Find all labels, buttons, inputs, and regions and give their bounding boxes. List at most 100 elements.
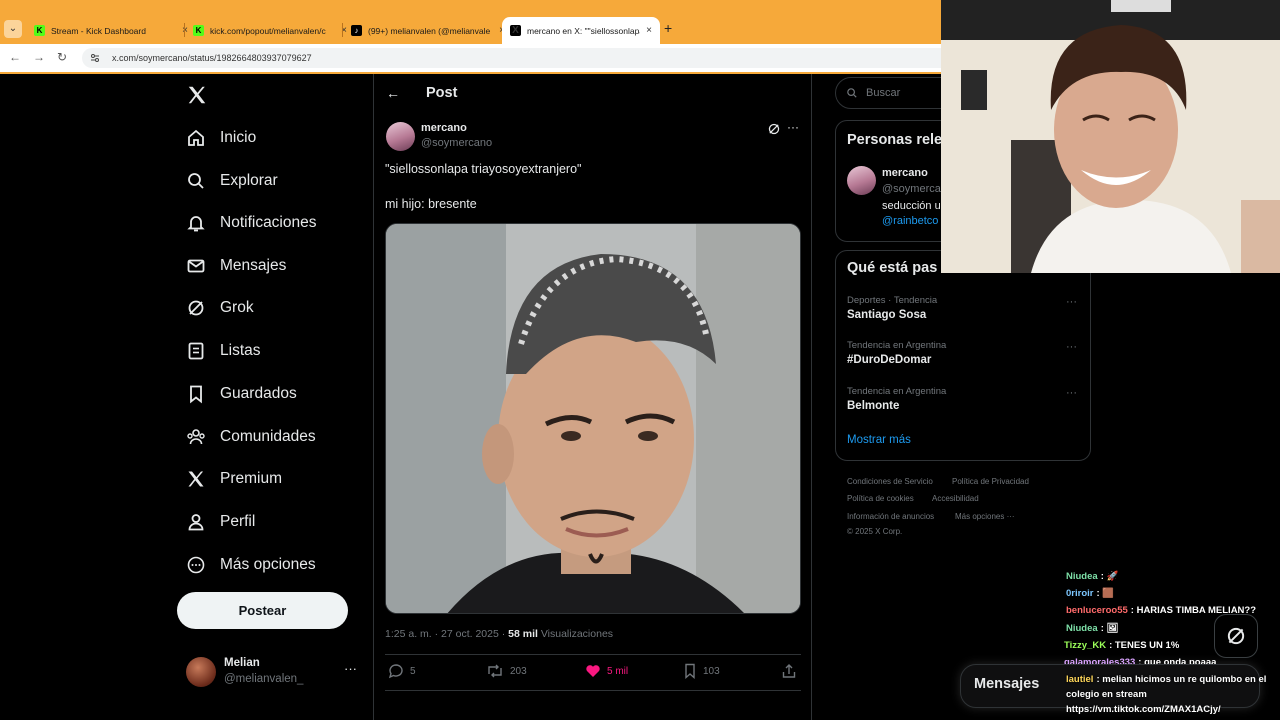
trends-title: Qué está pas (847, 260, 938, 276)
tab-close-button[interactable]: × (646, 25, 652, 36)
footer-link[interactable]: Política de cookies (847, 494, 914, 503)
trend-more-icon[interactable]: ··· (1066, 387, 1077, 399)
bookmark-button[interactable]: 103 (683, 663, 720, 679)
url-text: x.com/soymercano/status/1982664803937079… (112, 53, 312, 63)
grok-icon (188, 300, 204, 316)
nav-label: Explorar (220, 172, 278, 189)
chat-username: lautiel (1066, 674, 1094, 685)
related-handle[interactable]: @soymerca (882, 183, 941, 195)
reload-button[interactable]: ↻ (57, 50, 67, 64)
nav-label: Mensajes (220, 257, 287, 274)
tab-x-post[interactable]: X mercano en X: ""siellossonlapa × (502, 17, 660, 44)
author-name[interactable]: mercano (421, 122, 467, 134)
nav-premium[interactable]: Premium (186, 464, 282, 494)
nav-label: Perfil (220, 513, 256, 530)
trend-more-icon[interactable]: ··· (1066, 296, 1077, 308)
repost-icon (488, 664, 502, 678)
nav-profile[interactable]: Perfil (186, 507, 255, 537)
nav-lists[interactable]: Listas (186, 336, 261, 366)
views-count: 58 mil (508, 628, 538, 640)
share-button[interactable] (781, 663, 797, 679)
grok-icon[interactable] (767, 122, 781, 136)
nav-explore[interactable]: Explorar (186, 166, 278, 196)
trend-more-icon[interactable]: ··· (1066, 341, 1077, 353)
more-circle-icon (187, 556, 205, 574)
webcam-feed (941, 0, 1280, 273)
chat-message: 0riroir: 🟫 (1066, 588, 1114, 599)
footer-link[interactable]: Condiciones de Servicio (847, 477, 933, 486)
post-image[interactable] (385, 223, 801, 614)
related-link[interactable]: @rainbetco (882, 215, 938, 227)
tab-kick-dashboard[interactable]: K Stream - Kick Dashboard × (26, 17, 196, 44)
url-field[interactable]: x.com/soymercano/status/1982664803937079… (82, 48, 982, 68)
webcam-overlay (941, 0, 1280, 273)
account-handle: @melianvalen_ (224, 673, 304, 685)
like-count: 5 mil (607, 665, 629, 677)
post-button[interactable]: Postear (177, 592, 348, 629)
site-settings-icon[interactable] (90, 53, 100, 63)
new-tab-button[interactable]: + (664, 20, 672, 36)
reply-button[interactable]: 5 (388, 663, 416, 679)
mail-icon (187, 259, 205, 273)
search-icon (847, 88, 857, 98)
trend-category: Tendencia en Argentina (847, 386, 947, 397)
author-avatar[interactable] (386, 122, 415, 151)
grok-floating-button[interactable] (1214, 614, 1258, 658)
author-handle[interactable]: @soymercano (421, 137, 492, 149)
footer-link[interactable]: Más opciones ··· (955, 512, 1015, 521)
post-time: 1:25 a. m. · 27 oct. 2025 · (385, 628, 509, 640)
repost-button[interactable]: 203 (486, 663, 527, 679)
views-label: Visualizaciones (537, 628, 614, 640)
tab-kick-popout[interactable]: K kick.com/popout/melianvalen/c × (185, 17, 355, 44)
nav-label: Listas (220, 342, 261, 359)
chat-username: 0riroir (1066, 588, 1094, 599)
chat-message: Niudea: 🖼 (1066, 623, 1119, 634)
tab-title: mercano en X: ""siellossonlapa (527, 25, 641, 36)
chat-message: lautiel: melian hicimos un re quilombo e… (1066, 674, 1266, 685)
chat-text: https://vm.tiktok.com/ZMAX1ACjy/ (1066, 704, 1221, 715)
nav-messages[interactable]: Mensajes (186, 251, 286, 281)
trend-item[interactable]: #DuroDeDomar (847, 354, 931, 366)
bookmark-icon (190, 385, 202, 404)
tab-search-button[interactable]: ⌄ (4, 20, 22, 38)
trend-category: Deportes · Tendencia (847, 295, 938, 306)
x-logo-icon[interactable] (186, 84, 208, 106)
nav-home[interactable]: Inicio (186, 123, 256, 153)
back-arrow-icon[interactable]: ← (386, 85, 400, 101)
nav-communities[interactable]: Comunidades (186, 422, 316, 452)
chat-message: https://vm.tiktok.com/ZMAX1ACjy/ (1066, 704, 1221, 715)
bell-icon (187, 216, 205, 232)
account-more-icon[interactable]: ··· (344, 661, 357, 676)
chat-username: Tizzy_KK (1064, 640, 1107, 651)
chat-username: Niudea (1066, 623, 1098, 634)
trend-item[interactable]: Santiago Sosa (847, 309, 926, 321)
footer-link[interactable]: Información de anuncios (847, 512, 934, 521)
person-icon (188, 514, 204, 531)
reply-icon (388, 664, 403, 679)
nav-more-options[interactable]: Más opciones (186, 550, 316, 580)
footer-link[interactable]: Política de Privacidad (952, 477, 1029, 486)
chat-message: Tizzy_KK: TENES UN 1% (1064, 640, 1179, 651)
tab-title: kick.com/popout/melianvalen/c (210, 25, 326, 36)
nav-notifications[interactable]: Notificaciones (186, 208, 317, 238)
divider (385, 654, 801, 655)
trend-item[interactable]: Belmonte (847, 400, 899, 412)
reply-count: 5 (410, 665, 416, 677)
people-icon (187, 429, 205, 445)
back-button[interactable]: ← (9, 50, 21, 64)
list-icon (188, 342, 204, 360)
share-icon (782, 664, 796, 678)
nav-label: Más opciones (220, 556, 316, 573)
nav-grok[interactable]: Grok (186, 293, 254, 323)
like-button[interactable]: 5 mil (585, 663, 628, 679)
forward-button[interactable]: → (33, 50, 45, 64)
footer-link[interactable]: Accesibilidad (932, 494, 979, 503)
account-switcher[interactable]: Melian @melianvalen_ ··· (186, 655, 358, 689)
tab-tiktok[interactable]: ♪ (99+) melianvalen (@melianvale × (343, 17, 513, 44)
related-name[interactable]: mercano (882, 167, 928, 179)
show-more-link[interactable]: Mostrar más (847, 434, 911, 446)
grok-icon (1227, 627, 1245, 645)
nav-bookmarks[interactable]: Guardados (186, 379, 297, 409)
post-more-icon[interactable]: ··· (787, 120, 799, 134)
related-avatar[interactable] (847, 166, 876, 195)
